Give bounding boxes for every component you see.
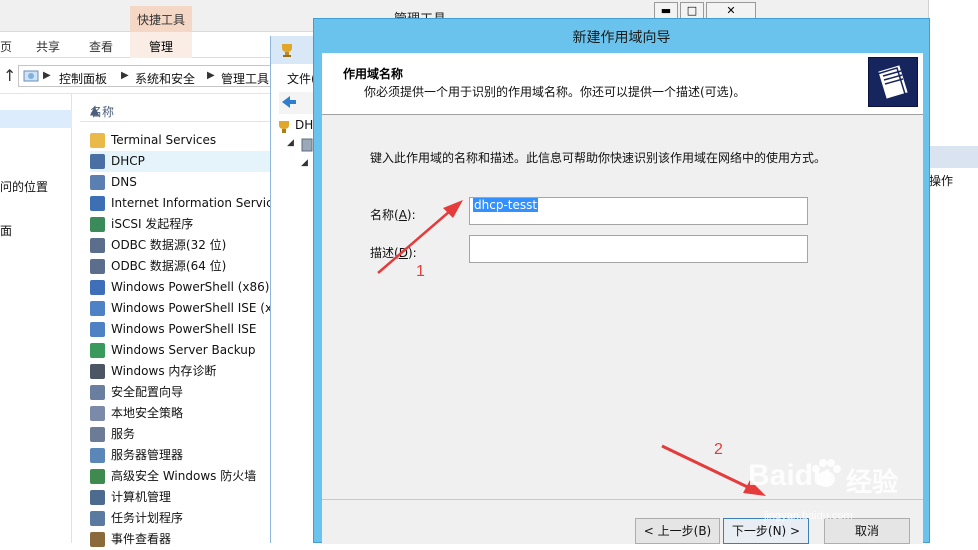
watermark-cn: 经验 [846, 467, 899, 497]
annotation-number-1: 1 [416, 263, 425, 280]
paw-logo-icon [812, 459, 841, 487]
watermark-url: jingyan.baidu.com [764, 510, 853, 522]
annotation-arrow-2 [661, 444, 759, 494]
annotation-number-2: 2 [714, 441, 723, 458]
